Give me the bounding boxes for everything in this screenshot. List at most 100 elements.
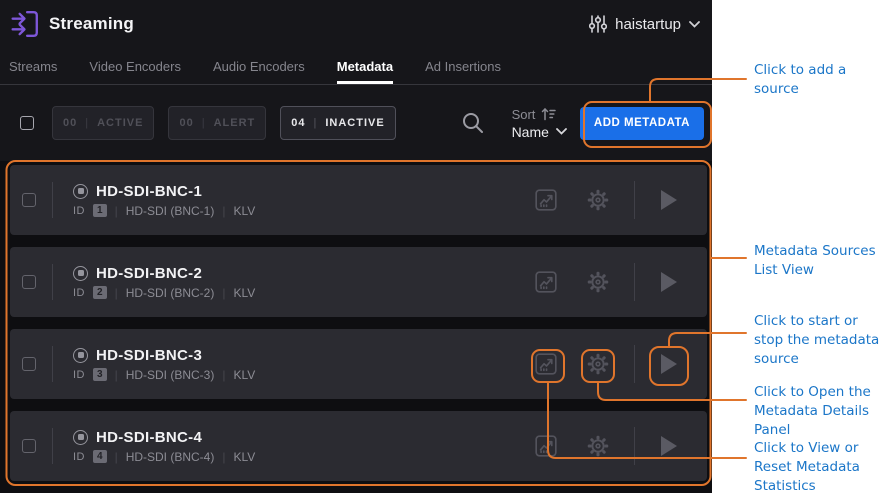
row-checkbox[interactable]: [22, 275, 36, 289]
annotation-statistics: Click to View or Reset Metadata Statisti…: [754, 439, 890, 493]
search-icon[interactable]: [461, 111, 485, 135]
account-name: haistartup: [615, 16, 681, 33]
gear-icon: [586, 188, 610, 212]
metadata-source-row[interactable]: HD-SDI-BNC-4 ID 4 | HD-SDI (BNC-4) | KLV: [10, 411, 707, 481]
source-input: HD-SDI (BNC-3): [126, 368, 215, 382]
separator: |: [222, 450, 225, 464]
tab-video-encoders[interactable]: Video Encoders: [89, 48, 181, 84]
id-badge: 3: [93, 368, 107, 381]
source-format: KLV: [233, 204, 255, 218]
chevron-down-icon: [689, 21, 700, 28]
row-info: HD-SDI-BNC-4 ID 4 | HD-SDI (BNC-4) | KLV: [73, 429, 255, 464]
chart-icon: [534, 188, 558, 212]
start-stop-button[interactable]: [657, 352, 681, 376]
chart-icon: [534, 352, 558, 376]
separator: |: [115, 286, 118, 300]
play-icon: [659, 353, 679, 375]
start-stop-button[interactable]: [657, 434, 681, 458]
status-stopped-icon: [73, 266, 88, 281]
app-header: Streaming haistartup: [0, 0, 712, 48]
row-checkbox[interactable]: [22, 357, 36, 371]
row-checkbox[interactable]: [22, 439, 36, 453]
id-label: ID: [73, 369, 85, 381]
id-badge: 1: [93, 204, 107, 217]
alert-label: ALERT: [214, 117, 256, 129]
app-panel: Streaming haistartup Streams Video Encod…: [0, 0, 712, 493]
status-stopped-icon: [73, 430, 88, 445]
id-label: ID: [73, 451, 85, 463]
sliders-icon: [589, 14, 607, 34]
alert-count: 00: [179, 117, 193, 129]
chart-icon: [534, 434, 558, 458]
statistics-button[interactable]: [534, 188, 558, 212]
settings-button[interactable]: [586, 352, 610, 376]
tab-streams[interactable]: Streams: [9, 48, 57, 84]
row-info: HD-SDI-BNC-1 ID 1 | HD-SDI (BNC-1) | KLV: [73, 183, 255, 218]
source-format: KLV: [233, 368, 255, 382]
sort-ascending-icon: [541, 107, 556, 121]
tab-audio-encoders[interactable]: Audio Encoders: [213, 48, 305, 84]
streaming-logo-icon: [10, 9, 40, 39]
start-stop-button[interactable]: [657, 270, 681, 294]
gear-icon: [586, 434, 610, 458]
separator: |: [222, 204, 225, 218]
id-badge: 4: [93, 450, 107, 463]
sort-control[interactable]: Sort Name: [512, 107, 567, 140]
chart-icon: [534, 270, 558, 294]
separator: |: [115, 450, 118, 464]
tab-bar: Streams Video Encoders Audio Encoders Me…: [0, 48, 712, 85]
sort-label: Sort: [512, 107, 536, 122]
chevron-down-icon: [556, 128, 567, 135]
start-stop-button[interactable]: [657, 188, 681, 212]
play-icon: [659, 189, 679, 211]
status-stopped-icon: [73, 348, 88, 363]
gear-icon: [586, 270, 610, 294]
statistics-button[interactable]: [534, 270, 558, 294]
annotation-start-stop: Click to start or stop the metadata sour…: [754, 312, 890, 369]
statistics-button[interactable]: [534, 434, 558, 458]
play-icon: [659, 271, 679, 293]
filter-inactive-button[interactable]: 04 | INACTIVE: [280, 106, 395, 140]
annotation-add-source: Click to add a source: [754, 61, 890, 99]
settings-button[interactable]: [586, 434, 610, 458]
row-info: HD-SDI-BNC-3 ID 3 | HD-SDI (BNC-3) | KLV: [73, 347, 255, 382]
actions-divider: [634, 345, 635, 383]
page-title: Streaming: [49, 14, 134, 34]
id-badge: 2: [93, 286, 107, 299]
row-info: HD-SDI-BNC-2 ID 2 | HD-SDI (BNC-2) | KLV: [73, 265, 255, 300]
separator: |: [115, 204, 118, 218]
select-all-checkbox[interactable]: [20, 116, 34, 130]
separator: |: [85, 117, 89, 129]
actions-divider: [634, 263, 635, 301]
row-divider: [52, 428, 53, 464]
gear-icon: [586, 352, 610, 376]
tab-metadata[interactable]: Metadata: [337, 48, 393, 84]
source-input: HD-SDI (BNC-2): [126, 286, 215, 300]
active-count: 00: [63, 117, 77, 129]
filter-alert-button[interactable]: 00 | ALERT: [168, 106, 266, 140]
screenshot-canvas: Streaming haistartup Streams Video Encod…: [0, 0, 891, 493]
inactive-label: INACTIVE: [325, 117, 384, 129]
sort-value: Name: [512, 124, 549, 140]
account-menu[interactable]: haistartup: [589, 14, 702, 34]
separator: |: [115, 368, 118, 382]
add-metadata-button[interactable]: ADD METADATA: [580, 107, 704, 140]
tab-ad-insertions[interactable]: Ad Insertions: [425, 48, 501, 84]
filter-active-button[interactable]: 00 | ACTIVE: [52, 106, 154, 140]
source-name: HD-SDI-BNC-4: [96, 429, 202, 446]
row-checkbox[interactable]: [22, 193, 36, 207]
inactive-count: 04: [291, 117, 305, 129]
metadata-source-row[interactable]: HD-SDI-BNC-2 ID 2 | HD-SDI (BNC-2) | KLV: [10, 247, 707, 317]
statistics-button[interactable]: [534, 352, 558, 376]
id-label: ID: [73, 205, 85, 217]
metadata-source-row[interactable]: HD-SDI-BNC-1 ID 1 | HD-SDI (BNC-1) | KLV: [10, 165, 707, 235]
settings-button[interactable]: [586, 188, 610, 212]
metadata-source-row[interactable]: HD-SDI-BNC-3 ID 3 | HD-SDI (BNC-3) | KLV: [10, 329, 707, 399]
actions-divider: [634, 427, 635, 465]
source-name: HD-SDI-BNC-2: [96, 265, 202, 282]
separator: |: [202, 117, 206, 129]
play-icon: [659, 435, 679, 457]
settings-button[interactable]: [586, 270, 610, 294]
actions-divider: [634, 181, 635, 219]
annotation-details-panel: Click to Open the Metadata Details Panel: [754, 383, 890, 440]
